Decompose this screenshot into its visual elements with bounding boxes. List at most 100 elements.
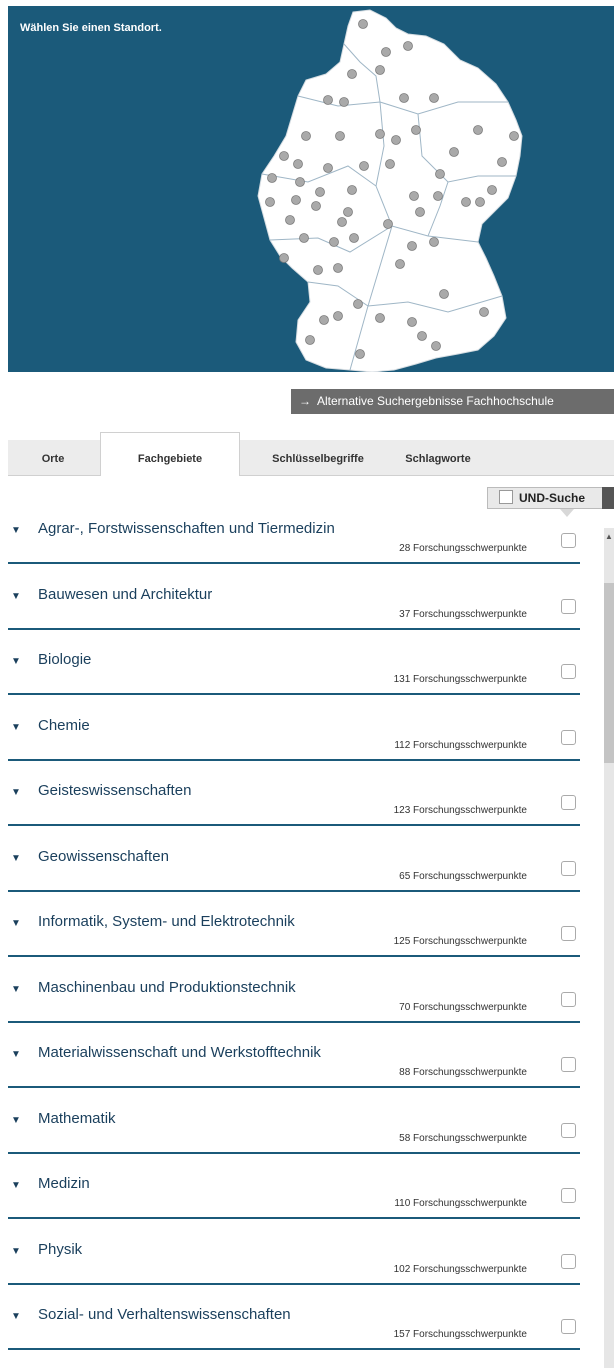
- location-marker-icon[interactable]: [429, 237, 439, 247]
- location-marker-icon[interactable]: [375, 65, 385, 75]
- category-row[interactable]: ▼ Mathematik 58 Forschungsschwerpunkte: [8, 1110, 580, 1170]
- location-marker-icon[interactable]: [279, 253, 289, 263]
- category-row[interactable]: ▼ Bauwesen und Architektur 37 Forschungssc…: [8, 586, 580, 646]
- location-marker-icon[interactable]: [461, 197, 471, 207]
- tab-schluesselbegriffe[interactable]: Schlüsselbegriffe: [258, 440, 378, 475]
- caret-down-icon[interactable]: ▼: [11, 1049, 21, 1060]
- location-marker-icon[interactable]: [359, 161, 369, 171]
- location-marker-icon[interactable]: [429, 93, 439, 103]
- location-marker-icon[interactable]: [333, 263, 343, 273]
- caret-down-icon[interactable]: ▼: [11, 1180, 21, 1191]
- caret-down-icon[interactable]: ▼: [11, 525, 21, 536]
- caret-down-icon[interactable]: ▼: [11, 984, 21, 995]
- category-name[interactable]: Materialwissenschaft und Werkstofftechni…: [38, 1044, 321, 1061]
- category-checkbox[interactable]: [561, 533, 576, 548]
- category-checkbox[interactable]: [561, 991, 576, 1007]
- category-checkbox[interactable]: [561, 860, 576, 876]
- location-marker-icon[interactable]: [267, 173, 277, 183]
- location-marker-icon[interactable]: [403, 41, 413, 51]
- location-marker-icon[interactable]: [409, 191, 419, 201]
- category-name[interactable]: Agrar-, Forstwissenschaften und Tiermedi…: [38, 520, 335, 537]
- location-marker-icon[interactable]: [333, 311, 343, 321]
- location-marker-icon[interactable]: [295, 177, 305, 187]
- location-marker-icon[interactable]: [385, 159, 395, 169]
- category-row[interactable]: ▼ Biologie 131 Forschungsschwerpunkte: [8, 651, 580, 711]
- category-row[interactable]: ▼ Medizin 110 Forschungsschwerpunkte: [8, 1175, 580, 1235]
- location-marker-icon[interactable]: [319, 315, 329, 325]
- scroll-up-icon[interactable]: ▲: [604, 532, 614, 542]
- location-marker-icon[interactable]: [487, 185, 497, 195]
- location-marker-icon[interactable]: [435, 169, 445, 179]
- location-marker-icon[interactable]: [323, 163, 333, 173]
- location-marker-icon[interactable]: [293, 159, 303, 169]
- location-marker-icon[interactable]: [399, 93, 409, 103]
- scrollbar[interactable]: ▲: [604, 528, 614, 1368]
- location-marker-icon[interactable]: [449, 147, 459, 157]
- location-marker-icon[interactable]: [349, 233, 359, 243]
- location-marker-icon[interactable]: [301, 131, 311, 141]
- category-row[interactable]: ▼ Geowissenschaften 65 Forschungsschwerpun…: [8, 848, 580, 908]
- caret-down-icon[interactable]: ▼: [11, 722, 21, 733]
- location-marker-icon[interactable]: [475, 197, 485, 207]
- location-marker-icon[interactable]: [375, 313, 385, 323]
- location-marker-icon[interactable]: [479, 307, 489, 317]
- location-marker-icon[interactable]: [417, 331, 427, 341]
- location-marker-icon[interactable]: [415, 207, 425, 217]
- location-marker-icon[interactable]: [329, 237, 339, 247]
- location-marker-icon[interactable]: [315, 187, 325, 197]
- location-marker-icon[interactable]: [265, 197, 275, 207]
- category-checkbox[interactable]: [561, 1057, 576, 1072]
- tab-schlagworte[interactable]: Schlagworte: [388, 440, 488, 475]
- location-marker-icon[interactable]: [433, 191, 443, 201]
- category-row[interactable]: ▼ Chemie 112 Forschungsschwerpunkte: [8, 717, 580, 777]
- category-name[interactable]: Mathematik: [38, 1110, 116, 1127]
- germany-map[interactable]: [8, 6, 614, 372]
- category-checkbox[interactable]: [561, 1253, 576, 1269]
- location-marker-icon[interactable]: [497, 157, 507, 167]
- location-marker-icon[interactable]: [343, 207, 353, 217]
- caret-down-icon[interactable]: ▼: [11, 1115, 21, 1126]
- category-row[interactable]: ▼ Physik 102 Forschungsschwerpunkte: [8, 1241, 580, 1301]
- location-marker-icon[interactable]: [509, 131, 519, 141]
- location-marker-icon[interactable]: [299, 233, 309, 243]
- category-row[interactable]: ▼ Sozial- und Verhaltenswissenschaften 157…: [8, 1306, 580, 1366]
- location-marker-icon[interactable]: [383, 219, 393, 229]
- location-marker-icon[interactable]: [431, 341, 441, 351]
- category-row[interactable]: ▼ Materialwissenschaft und Werkstofftechn…: [8, 1044, 580, 1104]
- location-marker-icon[interactable]: [323, 95, 333, 105]
- category-name[interactable]: Geisteswissenschaften: [38, 782, 191, 799]
- scrollbar-thumb[interactable]: [604, 583, 614, 763]
- location-marker-icon[interactable]: [305, 335, 315, 345]
- category-row[interactable]: ▼ Agrar-, Forstwissenschaften und Tiermed…: [8, 520, 580, 580]
- location-marker-icon[interactable]: [407, 317, 417, 327]
- location-marker-icon[interactable]: [353, 299, 363, 309]
- category-name[interactable]: Bauwesen und Architektur: [38, 586, 212, 603]
- location-marker-icon[interactable]: [337, 217, 347, 227]
- location-marker-icon[interactable]: [358, 19, 368, 29]
- caret-down-icon[interactable]: ▼: [11, 1246, 21, 1257]
- category-name[interactable]: Medizin: [38, 1175, 90, 1192]
- category-checkbox[interactable]: [561, 664, 576, 679]
- location-marker-icon[interactable]: [391, 135, 401, 145]
- category-checkbox[interactable]: [561, 1319, 576, 1334]
- category-checkbox[interactable]: [561, 795, 576, 810]
- location-marker-icon[interactable]: [395, 259, 405, 269]
- caret-down-icon[interactable]: ▼: [11, 591, 21, 602]
- category-row[interactable]: ▼ Informatik, System- und Elektrotechnik 1…: [8, 913, 580, 973]
- category-checkbox[interactable]: [561, 1188, 576, 1203]
- category-name[interactable]: Informatik, System- und Elektrotechnik: [38, 913, 295, 930]
- alternative-results-button[interactable]: → Alternative Suchergebnisse Fachhochschu…: [291, 389, 614, 414]
- category-checkbox[interactable]: [561, 598, 576, 614]
- category-name[interactable]: Chemie: [38, 717, 90, 734]
- caret-down-icon[interactable]: ▼: [11, 853, 21, 864]
- category-name[interactable]: Biologie: [38, 651, 91, 668]
- caret-down-icon[interactable]: ▼: [11, 656, 21, 667]
- location-marker-icon[interactable]: [407, 241, 417, 251]
- category-name[interactable]: Geowissenschaften: [38, 848, 169, 865]
- location-marker-icon[interactable]: [291, 195, 301, 205]
- und-search-toggle[interactable]: UND-Suche: [487, 487, 614, 509]
- category-row[interactable]: ▼ Geisteswissenschaften 123 Forschungsschw…: [8, 782, 580, 842]
- caret-down-icon[interactable]: ▼: [11, 918, 21, 929]
- location-marker-icon[interactable]: [347, 185, 357, 195]
- location-marker-icon[interactable]: [347, 69, 357, 79]
